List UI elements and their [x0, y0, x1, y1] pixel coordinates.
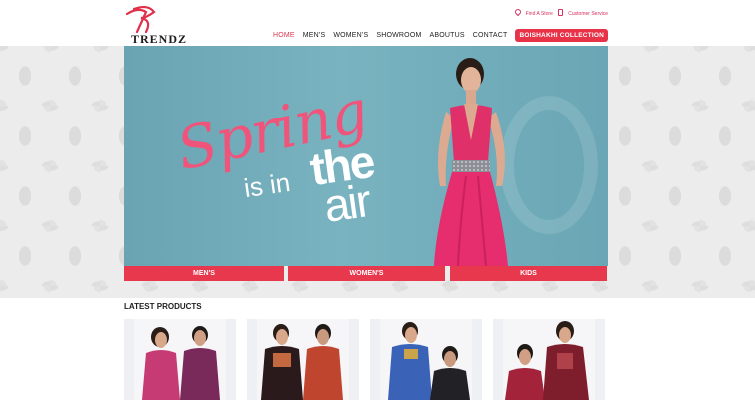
nav-aboutus[interactable]: ABOUTUS — [430, 32, 465, 39]
hero-banner[interactable]: Spring is in the air — [124, 46, 608, 266]
category-womens[interactable]: WOMEN'S — [288, 266, 445, 281]
nav-contact[interactable]: CONTACT — [473, 32, 508, 39]
nav-showroom[interactable]: SHOWROOM — [376, 32, 421, 39]
product-card[interactable] — [124, 319, 236, 400]
hero-isin-text: is in — [242, 166, 293, 204]
logo-text: TRENDZ — [131, 32, 188, 46]
brand-logo[interactable]: TRENDZ — [124, 6, 188, 46]
category-kids[interactable]: KIDS — [450, 266, 607, 281]
product-card[interactable] — [370, 319, 482, 400]
hero-model-image — [434, 58, 508, 266]
main-nav: HOME MEN'S WOMEN'S SHOWROOM ABOUTUS CONT… — [265, 29, 608, 42]
product-image — [142, 326, 220, 400]
product-image — [505, 321, 589, 400]
category-mens[interactable]: MEN'S — [124, 266, 284, 281]
product-card[interactable] — [247, 319, 359, 400]
product-image — [388, 322, 470, 400]
location-pin-icon — [513, 7, 522, 17]
nav-mens[interactable]: MEN'S — [303, 32, 326, 39]
category-bar: MEN'S WOMEN'S KIDS — [124, 266, 608, 281]
boishakhi-collection-button[interactable]: BOISHAKHI COLLECTION — [515, 29, 608, 42]
phone-icon — [558, 9, 564, 16]
product-card[interactable] — [493, 319, 605, 400]
utility-links: Find A Store Customer Service — [512, 7, 608, 17]
customer-service-link[interactable]: Customer Service — [568, 11, 608, 17]
hero-air-text: air — [320, 174, 373, 232]
find-store-link[interactable]: Find A Store — [526, 11, 553, 17]
latest-products-heading: LATEST PRODUCTS — [124, 302, 202, 311]
product-image — [261, 324, 343, 400]
nav-womens[interactable]: WOMEN'S — [333, 32, 368, 39]
nav-home[interactable]: HOME — [273, 32, 295, 39]
site-header: TRENDZ Find A Store Customer Service HOM… — [0, 0, 755, 46]
